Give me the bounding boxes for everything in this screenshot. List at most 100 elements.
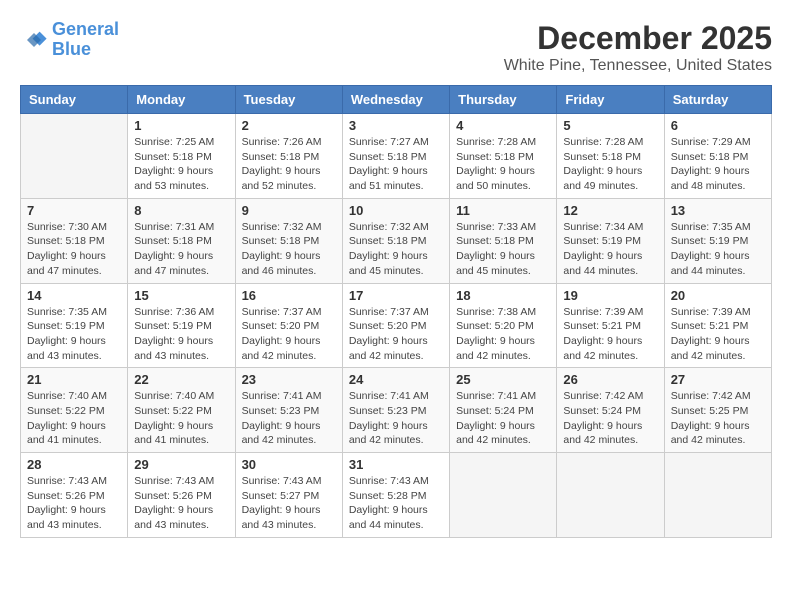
title-section: December 2025 White Pine, Tennessee, Uni… xyxy=(504,20,772,75)
day-number: 21 xyxy=(27,372,121,387)
day-cell: 22Sunrise: 7:40 AMSunset: 5:22 PMDayligh… xyxy=(128,368,235,453)
day-info: Sunrise: 7:34 AMSunset: 5:19 PMDaylight:… xyxy=(563,220,657,279)
day-number: 6 xyxy=(671,118,765,133)
week-row-1: 7 Sunrise: 7:30 AMSunset: 5:18 PMDaylight… xyxy=(21,198,772,283)
day-number: 29 xyxy=(134,457,228,472)
day-cell: 28 Sunrise: 7:43 AMSunset: 5:26 PMDayligh… xyxy=(21,453,128,538)
weekday-thursday: Thursday xyxy=(450,86,557,114)
day-info: Sunrise: 7:32 AMSunset: 5:18 PMDaylight:… xyxy=(242,220,336,279)
day-info: Sunrise: 7:35 AMSunset: 5:19 PMDaylight:… xyxy=(671,220,765,279)
day-number: 2 xyxy=(242,118,336,133)
logo-text: General Blue xyxy=(52,20,119,60)
day-cell: 2Sunrise: 7:26 AMSunset: 5:18 PMDaylight… xyxy=(235,114,342,199)
day-cell: 1Sunrise: 7:25 AMSunset: 5:18 PMDaylight… xyxy=(128,114,235,199)
day-cell: 9 Sunrise: 7:32 AMSunset: 5:18 PMDaylight… xyxy=(235,198,342,283)
day-info: Sunrise: 7:39 AMSunset: 5:21 PMDaylight:… xyxy=(563,305,657,364)
day-number: 14 xyxy=(27,288,121,303)
day-cell: 18 Sunrise: 7:38 AMSunset: 5:20 PMDayligh… xyxy=(450,283,557,368)
day-number: 7 xyxy=(27,203,121,218)
logo: General Blue xyxy=(20,20,119,60)
day-cell: 20Sunrise: 7:39 AMSunset: 5:21 PMDayligh… xyxy=(664,283,771,368)
location-subtitle: White Pine, Tennessee, United States xyxy=(504,57,772,75)
day-number: 26 xyxy=(563,372,657,387)
day-cell: 16 Sunrise: 7:37 AMSunset: 5:20 PMDayligh… xyxy=(235,283,342,368)
day-number: 19 xyxy=(563,288,657,303)
day-number: 15 xyxy=(134,288,228,303)
day-cell: 26 Sunrise: 7:42 AMSunset: 5:24 PMDayligh… xyxy=(557,368,664,453)
page-header: General Blue December 2025 White Pine, T… xyxy=(20,20,772,75)
day-number: 25 xyxy=(456,372,550,387)
day-info: Sunrise: 7:28 AMSunset: 5:18 PMDaylight:… xyxy=(456,135,550,194)
day-cell: 8 Sunrise: 7:31 AMSunset: 5:18 PMDaylight… xyxy=(128,198,235,283)
day-cell: 25 Sunrise: 7:41 AMSunset: 5:24 PMDayligh… xyxy=(450,368,557,453)
day-number: 30 xyxy=(242,457,336,472)
weekday-saturday: Saturday xyxy=(664,86,771,114)
day-cell: 5 Sunrise: 7:28 AMSunset: 5:18 PMDaylight… xyxy=(557,114,664,199)
day-info: Sunrise: 7:43 AMSunset: 5:26 PMDaylight:… xyxy=(27,474,121,533)
month-year-title: December 2025 xyxy=(504,20,772,57)
day-info: Sunrise: 7:42 AMSunset: 5:25 PMDaylight:… xyxy=(671,389,765,448)
day-cell xyxy=(21,114,128,199)
day-info: Sunrise: 7:38 AMSunset: 5:20 PMDaylight:… xyxy=(456,305,550,364)
day-cell: 10 Sunrise: 7:32 AMSunset: 5:18 PMDayligh… xyxy=(342,198,449,283)
day-cell: 24 Sunrise: 7:41 AMSunset: 5:23 PMDayligh… xyxy=(342,368,449,453)
day-cell: 31 Sunrise: 7:43 AMSunset: 5:28 PMDayligh… xyxy=(342,453,449,538)
day-number: 17 xyxy=(349,288,443,303)
day-number: 3 xyxy=(349,118,443,133)
weekday-friday: Friday xyxy=(557,86,664,114)
day-number: 11 xyxy=(456,203,550,218)
logo-icon xyxy=(20,26,48,54)
day-number: 18 xyxy=(456,288,550,303)
week-row-4: 28 Sunrise: 7:43 AMSunset: 5:26 PMDayligh… xyxy=(21,453,772,538)
day-cell: 3 Sunrise: 7:27 AMSunset: 5:18 PMDaylight… xyxy=(342,114,449,199)
day-cell: 30Sunrise: 7:43 AMSunset: 5:27 PMDayligh… xyxy=(235,453,342,538)
day-cell: 19 Sunrise: 7:39 AMSunset: 5:21 PMDayligh… xyxy=(557,283,664,368)
day-info: Sunrise: 7:27 AMSunset: 5:18 PMDaylight:… xyxy=(349,135,443,194)
day-info: Sunrise: 7:30 AMSunset: 5:18 PMDaylight:… xyxy=(27,220,121,279)
day-number: 12 xyxy=(563,203,657,218)
day-cell xyxy=(557,453,664,538)
day-cell: 13Sunrise: 7:35 AMSunset: 5:19 PMDayligh… xyxy=(664,198,771,283)
weekday-monday: Monday xyxy=(128,86,235,114)
day-number: 8 xyxy=(134,203,228,218)
day-cell: 4 Sunrise: 7:28 AMSunset: 5:18 PMDaylight… xyxy=(450,114,557,199)
day-number: 10 xyxy=(349,203,443,218)
day-cell: 27 Sunrise: 7:42 AMSunset: 5:25 PMDayligh… xyxy=(664,368,771,453)
day-cell xyxy=(664,453,771,538)
day-cell: 7 Sunrise: 7:30 AMSunset: 5:18 PMDaylight… xyxy=(21,198,128,283)
day-number: 23 xyxy=(242,372,336,387)
calendar-table: SundayMondayTuesdayWednesdayThursdayFrid… xyxy=(20,85,772,538)
day-cell: 15 Sunrise: 7:36 AMSunset: 5:19 PMDayligh… xyxy=(128,283,235,368)
day-number: 16 xyxy=(242,288,336,303)
day-cell: 21 Sunrise: 7:40 AMSunset: 5:22 PMDayligh… xyxy=(21,368,128,453)
day-number: 4 xyxy=(456,118,550,133)
day-number: 24 xyxy=(349,372,443,387)
day-cell: 29 Sunrise: 7:43 AMSunset: 5:26 PMDayligh… xyxy=(128,453,235,538)
day-info: Sunrise: 7:31 AMSunset: 5:18 PMDaylight:… xyxy=(134,220,228,279)
day-number: 5 xyxy=(563,118,657,133)
day-info: Sunrise: 7:32 AMSunset: 5:18 PMDaylight:… xyxy=(349,220,443,279)
day-cell xyxy=(450,453,557,538)
day-number: 28 xyxy=(27,457,121,472)
day-number: 31 xyxy=(349,457,443,472)
day-info: Sunrise: 7:43 AMSunset: 5:26 PMDaylight:… xyxy=(134,474,228,533)
day-number: 27 xyxy=(671,372,765,387)
day-info: Sunrise: 7:36 AMSunset: 5:19 PMDaylight:… xyxy=(134,305,228,364)
day-info: Sunrise: 7:40 AMSunset: 5:22 PMDaylight:… xyxy=(134,389,228,448)
day-info: Sunrise: 7:37 AMSunset: 5:20 PMDaylight:… xyxy=(242,305,336,364)
day-number: 9 xyxy=(242,203,336,218)
weekday-tuesday: Tuesday xyxy=(235,86,342,114)
week-row-3: 21 Sunrise: 7:40 AMSunset: 5:22 PMDayligh… xyxy=(21,368,772,453)
day-info: Sunrise: 7:41 AMSunset: 5:23 PMDaylight:… xyxy=(349,389,443,448)
day-info: Sunrise: 7:42 AMSunset: 5:24 PMDaylight:… xyxy=(563,389,657,448)
day-info: Sunrise: 7:43 AMSunset: 5:28 PMDaylight:… xyxy=(349,474,443,533)
day-number: 20 xyxy=(671,288,765,303)
week-row-2: 14Sunrise: 7:35 AMSunset: 5:19 PMDayligh… xyxy=(21,283,772,368)
day-info: Sunrise: 7:40 AMSunset: 5:22 PMDaylight:… xyxy=(27,389,121,448)
day-info: Sunrise: 7:28 AMSunset: 5:18 PMDaylight:… xyxy=(563,135,657,194)
day-info: Sunrise: 7:33 AMSunset: 5:18 PMDaylight:… xyxy=(456,220,550,279)
day-info: Sunrise: 7:41 AMSunset: 5:24 PMDaylight:… xyxy=(456,389,550,448)
day-info: Sunrise: 7:41 AMSunset: 5:23 PMDaylight:… xyxy=(242,389,336,448)
week-row-0: 1Sunrise: 7:25 AMSunset: 5:18 PMDaylight… xyxy=(21,114,772,199)
day-cell: 23 Sunrise: 7:41 AMSunset: 5:23 PMDayligh… xyxy=(235,368,342,453)
